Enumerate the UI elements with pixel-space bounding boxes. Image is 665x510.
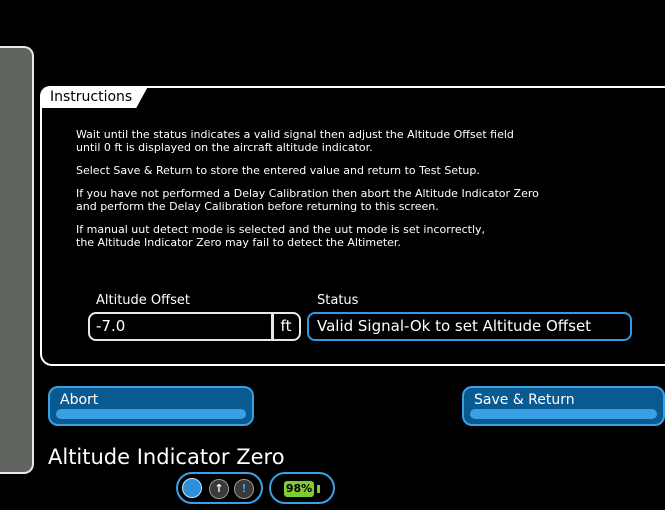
instructions-panel: Instructions Wait until the status indic… bbox=[40, 86, 665, 366]
abort-button-label: Abort bbox=[60, 392, 99, 408]
status-display: Valid Signal-Ok to set Altitude Offset bbox=[307, 312, 632, 341]
abort-button-highlight bbox=[56, 409, 246, 419]
abort-button[interactable]: Abort bbox=[48, 386, 254, 426]
status-indicator-group[interactable]: ↑ ! bbox=[176, 472, 263, 504]
battery-indicator[interactable]: 98% bbox=[269, 472, 335, 504]
save-return-button-highlight bbox=[470, 409, 657, 419]
altitude-offset-unit: ft bbox=[271, 312, 301, 341]
battery-tip bbox=[317, 485, 320, 493]
instruction-paragraph: Wait until the status indicates a valid … bbox=[76, 128, 514, 154]
altitude-offset-field[interactable]: -7.0 bbox=[88, 312, 274, 341]
connection-status-icon bbox=[182, 478, 202, 498]
altitude-offset-label: Altitude Offset bbox=[96, 293, 190, 308]
instruction-paragraph: If you have not performed a Delay Calibr… bbox=[76, 187, 539, 213]
instructions-tab: Instructions bbox=[40, 86, 148, 108]
screen-title: Altitude Indicator Zero bbox=[48, 445, 285, 469]
exclamation-icon: ! bbox=[234, 479, 254, 499]
side-panel[interactable] bbox=[0, 46, 34, 474]
battery-percent: 98% bbox=[285, 482, 313, 495]
save-return-button[interactable]: Save & Return bbox=[462, 386, 665, 426]
instruction-paragraph: Select Save & Return to store the entere… bbox=[76, 164, 480, 177]
battery-icon: 98% bbox=[284, 481, 314, 497]
status-label: Status bbox=[317, 293, 359, 308]
arrow-up-icon: ↑ bbox=[209, 479, 229, 499]
instructions-text: Wait until the status indicates a valid … bbox=[76, 128, 539, 259]
instruction-paragraph: If manual uut detect mode is selected an… bbox=[76, 223, 486, 249]
save-return-button-label: Save & Return bbox=[474, 392, 575, 408]
